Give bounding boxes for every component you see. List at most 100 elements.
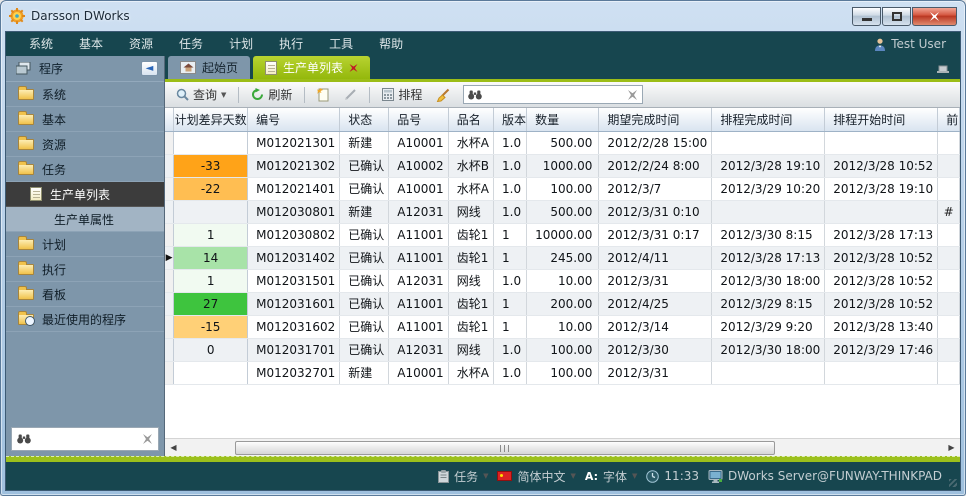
cell-4: 1.0 [494,154,527,177]
table-row[interactable]: M012030801新建A12031网线1.0500.002012/3/31 0… [165,200,960,223]
app-window: Darsson DWorks 系统基本资源任务计划执行工具帮助 [0,0,966,496]
query-dropdown-icon[interactable]: ▼ [221,91,226,99]
row-selector-cell[interactable] [165,131,174,154]
sidebar-item-8[interactable]: 看板 [6,282,164,307]
toolbar-search-input[interactable] [486,88,623,102]
sidebar-search-input[interactable] [36,432,137,446]
menu-item-5[interactable]: 执行 [266,32,316,56]
menu-item-3[interactable]: 任务 [166,32,216,56]
current-user[interactable]: Test User [874,37,960,51]
menu-item-2[interactable]: 资源 [116,32,166,56]
column-header-8[interactable]: 排程完成时间 [712,108,825,131]
sidebar-item-3[interactable]: 任务 [6,157,164,182]
row-selector-cell[interactable] [165,177,174,200]
sidebar-item-2[interactable]: 资源 [6,132,164,157]
plan-diff-days-cell: -22 [174,177,248,200]
menu-item-6[interactable]: 工具 [316,32,366,56]
sidebar-item-9[interactable]: 最近使用的程序 [6,307,164,332]
toolbar-search-clear-icon[interactable] [627,90,638,100]
cell-6: 2012/3/31 [599,269,712,292]
column-header-1[interactable]: 编号 [248,108,340,131]
refresh-button[interactable]: 刷新 [246,84,297,105]
column-header-5[interactable]: 版本 [494,108,527,131]
table-row[interactable]: 27M012031601已确认A11001齿轮11200.002012/4/25… [165,292,960,315]
title-bar[interactable]: Darsson DWorks [1,1,965,31]
tab-window-list-icon[interactable] [936,63,950,74]
language-dropdown-icon[interactable]: ▼ [571,472,576,480]
resize-grip[interactable] [949,479,957,487]
row-selector-cell[interactable] [165,361,174,384]
column-header-0[interactable]: 计划差异天数 [174,108,248,131]
column-header-4[interactable]: 品名 [448,108,493,131]
table-row[interactable]: 0M012031701已确认A12031网线1.0100.002012/3/30… [165,338,960,361]
sidebar-item-7[interactable]: 执行 [6,257,164,282]
menu-item-0[interactable]: 系统 [16,32,66,56]
menu-item-4[interactable]: 计划 [216,32,266,56]
column-header-10[interactable]: 前 [938,108,960,131]
sidebar-search-clear-icon[interactable] [142,434,153,444]
current-row-marker[interactable]: ▶ [165,246,174,269]
column-header-2[interactable]: 状态 [340,108,389,131]
font-icon: A: [585,470,598,483]
sidebar-item-1[interactable]: 基本 [6,107,164,132]
table-row[interactable]: -33M012021302已确认A10002水杯B1.01000.002012/… [165,154,960,177]
horizontal-scrollbar[interactable]: ◀ ▶ [165,438,960,456]
schedule-button[interactable]: 排程 [377,84,427,105]
edit-button[interactable] [339,86,362,103]
status-language[interactable]: 简体中文 ▼ [497,468,575,485]
sidebar-collapse-button[interactable]: ◄ [141,61,158,76]
clean-button[interactable] [431,86,455,104]
search-icon [176,88,189,101]
cell-1: 已确认 [340,246,389,269]
cell-1: 新建 [340,131,389,154]
row-selector-cell[interactable] [165,223,174,246]
tab-production-order-list[interactable]: 生产单列表 [253,56,370,79]
plan-diff-days-cell: 1 [174,269,248,292]
menu-item-7[interactable]: 帮助 [366,32,416,56]
column-header-6[interactable]: 数量 [527,108,599,131]
column-header-7[interactable]: 期望完成时间 [599,108,712,131]
sidebar-item-5[interactable]: 生产单属性 [6,207,164,232]
maximize-button[interactable] [882,7,911,26]
row-selector-cell[interactable] [165,200,174,223]
row-selector-cell[interactable] [165,338,174,361]
sidebar-programs: 程序 ◄ 系统基本资源任务生产单列表生产单属性计划执行看板最近使用的程序 [6,56,165,456]
overflow-cell [938,292,960,315]
table-row[interactable]: -22M012021401已确认A10001水杯A1.0100.002012/3… [165,177,960,200]
close-button[interactable] [912,7,957,26]
row-selector-cell[interactable] [165,292,174,315]
folder-icon [18,89,34,100]
row-selector-cell[interactable] [165,154,174,177]
tab-close-icon[interactable] [349,64,358,72]
tab-home[interactable]: 起始页 [168,56,250,79]
scroll-left-icon[interactable]: ◀ [165,439,182,456]
sidebar-item-label: 计划 [42,236,66,253]
table-row[interactable]: M012032701新建A10001水杯A1.0100.002012/3/31 [165,361,960,384]
minimize-button[interactable] [852,7,881,26]
table-row[interactable]: 1M012030802已确认A11001齿轮1110000.002012/3/3… [165,223,960,246]
new-button[interactable] [312,86,335,104]
font-dropdown-icon[interactable]: ▼ [632,472,637,480]
table-row[interactable]: 1M012031501已确认A12031网线1.010.002012/3/312… [165,269,960,292]
menu-item-1[interactable]: 基本 [66,32,116,56]
status-task[interactable]: 任务 ▼ [438,468,488,485]
query-button[interactable]: 查询 ▼ [171,84,231,105]
table-row[interactable]: -15M012031602已确认A11001齿轮1110.002012/3/14… [165,315,960,338]
sidebar-item-label: 最近使用的程序 [42,311,126,328]
sidebar-item-0[interactable]: 系统 [6,82,164,107]
scroll-right-icon[interactable]: ▶ [943,439,960,456]
sidebar-item-6[interactable]: 计划 [6,232,164,257]
column-header-3[interactable]: 品号 [389,108,448,131]
sidebar-item-4[interactable]: 生产单列表 [6,182,164,207]
row-selector-cell[interactable] [165,315,174,338]
scrollbar-thumb[interactable] [235,441,775,455]
cell-0: M012021401 [248,177,340,200]
table-row[interactable]: ▶14M012031402已确认A11001齿轮11245.002012/4/1… [165,246,960,269]
table-row[interactable]: M012021301新建A10001水杯A1.0500.002012/2/28 … [165,131,960,154]
status-font[interactable]: A: 字体 ▼ [585,468,638,485]
task-dropdown-icon[interactable]: ▼ [483,472,488,480]
refresh-icon [251,88,264,101]
row-selector-cell[interactable] [165,269,174,292]
cell-4: 1.0 [494,131,527,154]
column-header-9[interactable]: 排程开始时间 [825,108,938,131]
